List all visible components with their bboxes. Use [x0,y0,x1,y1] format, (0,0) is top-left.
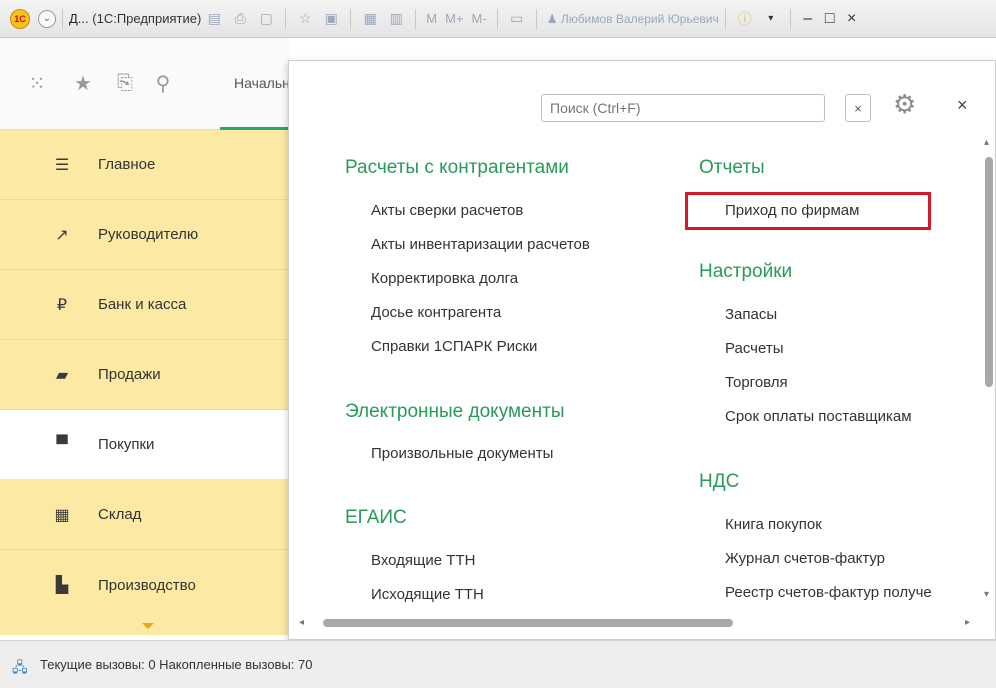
tab-start-page[interactable]: Начальная страница [220,38,290,130]
vertical-scroll-thumb[interactable] [985,157,993,387]
sidebar-item-production[interactable]: ▙ Производство [0,550,290,620]
sidebar-item-warehouse[interactable]: ▦ Склад [0,480,290,550]
menu-lines-icon: ☰ [54,156,70,174]
cart-icon: ▀ [56,435,68,453]
group-egais-title: ЕГАИС [345,507,407,528]
scroll-up-icon[interactable]: ▴ [984,137,989,148]
1c-logo-icon[interactable]: 1С [10,8,30,29]
trend-icon: ↗ [55,226,69,244]
memory-plus-button[interactable]: M+ [445,11,463,26]
link-invoice-register[interactable]: Реестр счетов-фактур получе [725,584,983,601]
link-stocks[interactable]: Запасы [725,306,777,323]
link-settlements[interactable]: Расчеты [725,340,784,357]
link-arbitrary-documents[interactable]: Произвольные документы [371,445,553,462]
link-reconciliation-acts[interactable]: Акты сверки расчетов [371,202,523,219]
group-reports-title: Отчеты [699,157,765,178]
maximize-button[interactable]: □ [819,10,841,28]
link-spark-risk[interactable]: Справки 1СПАРК Риски [371,338,537,355]
close-window-button[interactable]: × [841,10,863,28]
scroll-down-arrow-icon[interactable] [142,623,154,629]
memory-minus-button[interactable]: M- [472,11,487,26]
scroll-right-icon[interactable]: ▸ [965,617,970,628]
horizontal-scroll-thumb[interactable] [323,619,733,627]
settings-gear-icon[interactable]: ⚙ [893,89,916,120]
favorites-icon[interactable]: ☆ [296,10,314,28]
sidebar: ☰ Главное ↗ Руководителю ₽ Банк и касса … [0,130,290,635]
search-clear-button[interactable]: × [845,94,871,122]
link-debt-adjustment[interactable]: Корректировка долга [371,270,518,287]
vertical-scrollbar[interactable]: ▴ ▾ [983,137,993,607]
network-calls-icon[interactable]: 🖧 [12,657,32,675]
group-settings-title: Настройки [699,261,793,282]
sidebar-item-purchases[interactable]: ▀ Покупки [0,410,290,480]
save-icon[interactable]: ▤ [205,10,223,28]
horizontal-scrollbar[interactable]: ◂ ▸ [299,617,979,629]
history-icon[interactable]: ⎘ [110,72,140,95]
calculator-icon[interactable]: ▦ [361,10,379,28]
title-bar: 1С ⌄ Д... (1С:Предприятие) ▤ ⎙ ▢ ☆ ▣ ▦ ▥… [0,0,996,38]
sidebar-item-sales[interactable]: ▰ Продажи [0,340,290,410]
info-icon[interactable]: ⓘ [736,10,754,28]
link-trade[interactable]: Торговля [725,374,788,391]
preview-icon[interactable]: ▢ [257,10,275,28]
link-purchase-book[interactable]: Книга покупок [725,516,822,533]
link-income-by-firms[interactable]: Приход по фирмам [725,202,859,219]
window-layout-icon[interactable]: ▭ [508,10,526,28]
link-counterparty-dossier[interactable]: Досье контрагента [371,304,501,321]
calendar-icon[interactable]: ▥ [387,10,405,28]
print-icon[interactable]: ⎙ [231,10,249,28]
apps-grid-icon[interactable]: ⁙ [22,71,52,96]
window-title: Д... (1С:Предприятие) [69,11,202,26]
close-panel-button[interactable]: × [957,95,968,116]
link-inventory-acts[interactable]: Акты инвентаризации расчетов [371,236,590,253]
sidebar-item-manager[interactable]: ↗ Руководителю [0,200,290,270]
search-input[interactable] [541,94,825,122]
group-vat-title: НДС [699,471,740,492]
link-incoming-ttn[interactable]: Входящие ТТН [371,552,475,569]
sidebar-item-bank[interactable]: ₽ Банк и касса [0,270,290,340]
section-panel: × ⚙ × Расчеты с контрагентами Акты сверк… [288,60,996,640]
link-supplier-payment-term[interactable]: Срок оплаты поставщикам [725,408,912,425]
scroll-down-icon[interactable]: ▾ [984,589,989,600]
top-nav: ⁙ ★ ⎘ ⚲ Начальная страница [0,38,290,130]
memory-button[interactable]: M [426,11,437,26]
status-bar: 🖧 Текущие вызовы: 0 Накопленные вызовы: … [0,640,996,688]
minimize-button[interactable]: – [797,10,819,28]
sidebar-item-main[interactable]: ☰ Главное [0,130,290,200]
dropdown-icon[interactable]: ▾ [762,10,780,28]
link-outgoing-ttn[interactable]: Исходящие ТТН [371,586,484,603]
history-icon[interactable]: ▣ [322,10,340,28]
favorites-star-icon[interactable]: ★ [68,71,98,96]
link-invoice-journal[interactable]: Журнал счетов-фактур [725,550,885,567]
user-name[interactable]: ♟ Любимов Валерий Юрьевич [547,12,719,26]
group-settlements-title: Расчеты с контрагентами [345,157,569,178]
factory-icon: ▙ [55,577,69,594]
ruble-icon: ₽ [56,296,68,314]
warehouse-icon: ▦ [54,506,70,524]
bag-icon: ▰ [55,366,69,384]
main-menu-icon[interactable]: ⌄ [38,9,56,28]
group-edocs-title: Электронные документы [345,401,565,422]
status-text: Текущие вызовы: 0 Накопленные вызовы: 70 [40,657,313,672]
search-icon[interactable]: ⚲ [148,71,178,96]
scroll-left-icon[interactable]: ◂ [299,617,304,628]
